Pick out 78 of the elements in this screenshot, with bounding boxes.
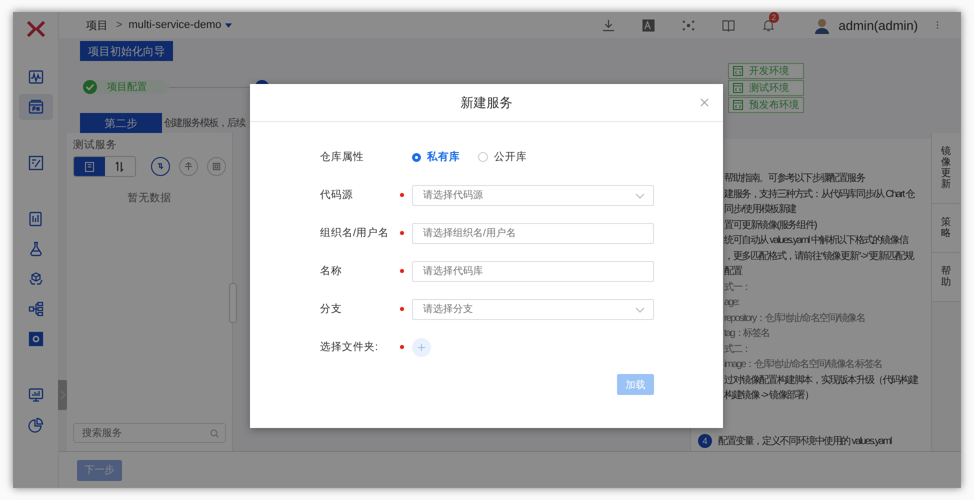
chevron-down-icon <box>635 192 645 198</box>
code-line: 式一： <box>723 280 752 294</box>
waveform-icon <box>28 69 44 85</box>
help-text: 构建镜像 -> 镜像部署） <box>723 388 814 403</box>
filter-button[interactable] <box>151 157 170 176</box>
breadcrumb-item[interactable]: 项目 <box>86 18 108 32</box>
code-window-icon <box>733 83 743 93</box>
empty-text: 暂无数据 <box>126 191 172 205</box>
chevron-down-icon <box>635 306 645 312</box>
help-text: 过对镜像配置构建脚本，实现版本升级（代码构建 <box>723 374 920 388</box>
field-label: 分支 <box>320 302 343 316</box>
step-description: 创建服务模板，后续 <box>164 116 245 130</box>
logo-icon[interactable] <box>26 21 46 37</box>
code-window-icon <box>733 66 743 76</box>
help-text: 配置变量，定义不同环境中使用的 values.yaml <box>717 434 892 448</box>
breadcrumb-separator: > <box>116 19 122 31</box>
code-line: repository：仓库地址/命名空间/镜像名 <box>723 312 866 326</box>
wizard-button[interactable]: 项目初始化向导 <box>80 41 173 61</box>
edit-icon <box>28 155 44 171</box>
notification-badge: 2 <box>768 12 779 22</box>
side-tab[interactable]: 镜像更新 <box>932 133 960 204</box>
close-icon[interactable] <box>700 98 709 107</box>
radio-option[interactable]: 公开库 <box>478 150 527 164</box>
field-label: 组织名/用户名 <box>320 226 390 240</box>
help-text: 配置 <box>723 264 744 279</box>
scrollbar[interactable] <box>229 283 237 323</box>
avatar-icon[interactable] <box>812 16 831 34</box>
step-tab[interactable]: 第二步 <box>80 113 162 133</box>
translate-icon[interactable] <box>642 18 655 32</box>
document-icon <box>28 211 44 227</box>
select-field[interactable]: 请选择分支 <box>412 298 654 320</box>
help-text: 帮助指南。可参考以下步骤配置服务 <box>723 172 866 186</box>
cluster-icon[interactable] <box>682 18 695 32</box>
flow-icon <box>28 301 44 317</box>
input-field[interactable]: 请选择组织名/用户名 <box>412 222 654 244</box>
sort-icon <box>115 161 124 172</box>
project-selector[interactable]: multi-service-demo <box>128 19 232 31</box>
sidebar-item[interactable] <box>18 94 52 120</box>
code-line: age: <box>723 296 740 310</box>
select-field[interactable]: 请选择代码源 <box>412 184 654 206</box>
step-number: 4 <box>698 434 712 448</box>
panel-title: 测试服务 <box>73 138 118 152</box>
field-label: 名称 <box>320 264 343 278</box>
dialog-title: 新建服务 <box>460 94 512 112</box>
field-label: 代码源 <box>320 188 354 202</box>
help-text: 同步/使用模板新建 <box>723 202 798 217</box>
view-toggle-button[interactable] <box>74 157 104 176</box>
collapse-handle[interactable] <box>58 380 68 410</box>
radio-option[interactable]: 私有库 <box>412 150 460 164</box>
book-icon[interactable] <box>722 18 735 32</box>
pie-chart-icon <box>28 417 44 433</box>
user-name[interactable]: admin(admin) <box>838 18 918 32</box>
field-label: 选择文件夹: <box>320 340 379 354</box>
code-line: image：仓库地址/命名空间/镜像名:标签名 <box>723 358 883 372</box>
cube-icon <box>28 271 44 287</box>
plus-icon <box>418 344 425 350</box>
flask-icon <box>28 241 44 257</box>
help-text: 置可更新镜像(服务组件) <box>723 218 818 232</box>
download-icon[interactable] <box>602 18 615 32</box>
window-icon <box>28 99 44 115</box>
code-window-icon <box>733 100 743 110</box>
input-field[interactable]: 请选择代码库 <box>412 260 654 282</box>
code-line: 式二： <box>723 342 752 356</box>
bell-icon[interactable] <box>762 18 775 32</box>
search-icon <box>210 429 219 438</box>
field-label: 仓库属性 <box>320 150 365 164</box>
help-text: ，更多匹配格式，请前往“镜像更新”->“更新匹配规 <box>723 250 915 264</box>
monitor-chart-icon <box>28 387 44 403</box>
code-line: tag：标签名 <box>723 326 771 341</box>
clipboard-icon <box>84 161 94 172</box>
side-tab[interactable]: 策略 <box>932 204 960 253</box>
search-field[interactable]: 搜索服务 <box>73 423 226 443</box>
help-text: 建服务，支持三种方式：从代码库同步/从 Chart 仓 <box>723 188 916 202</box>
gear-icon <box>28 331 44 347</box>
caret-icon <box>225 22 232 28</box>
help-text: 统可自动从 values.yaml 中解析以下格式的镜像信 <box>723 234 910 248</box>
side-tab[interactable]: 帮助 <box>932 253 960 302</box>
check-icon <box>83 80 97 94</box>
